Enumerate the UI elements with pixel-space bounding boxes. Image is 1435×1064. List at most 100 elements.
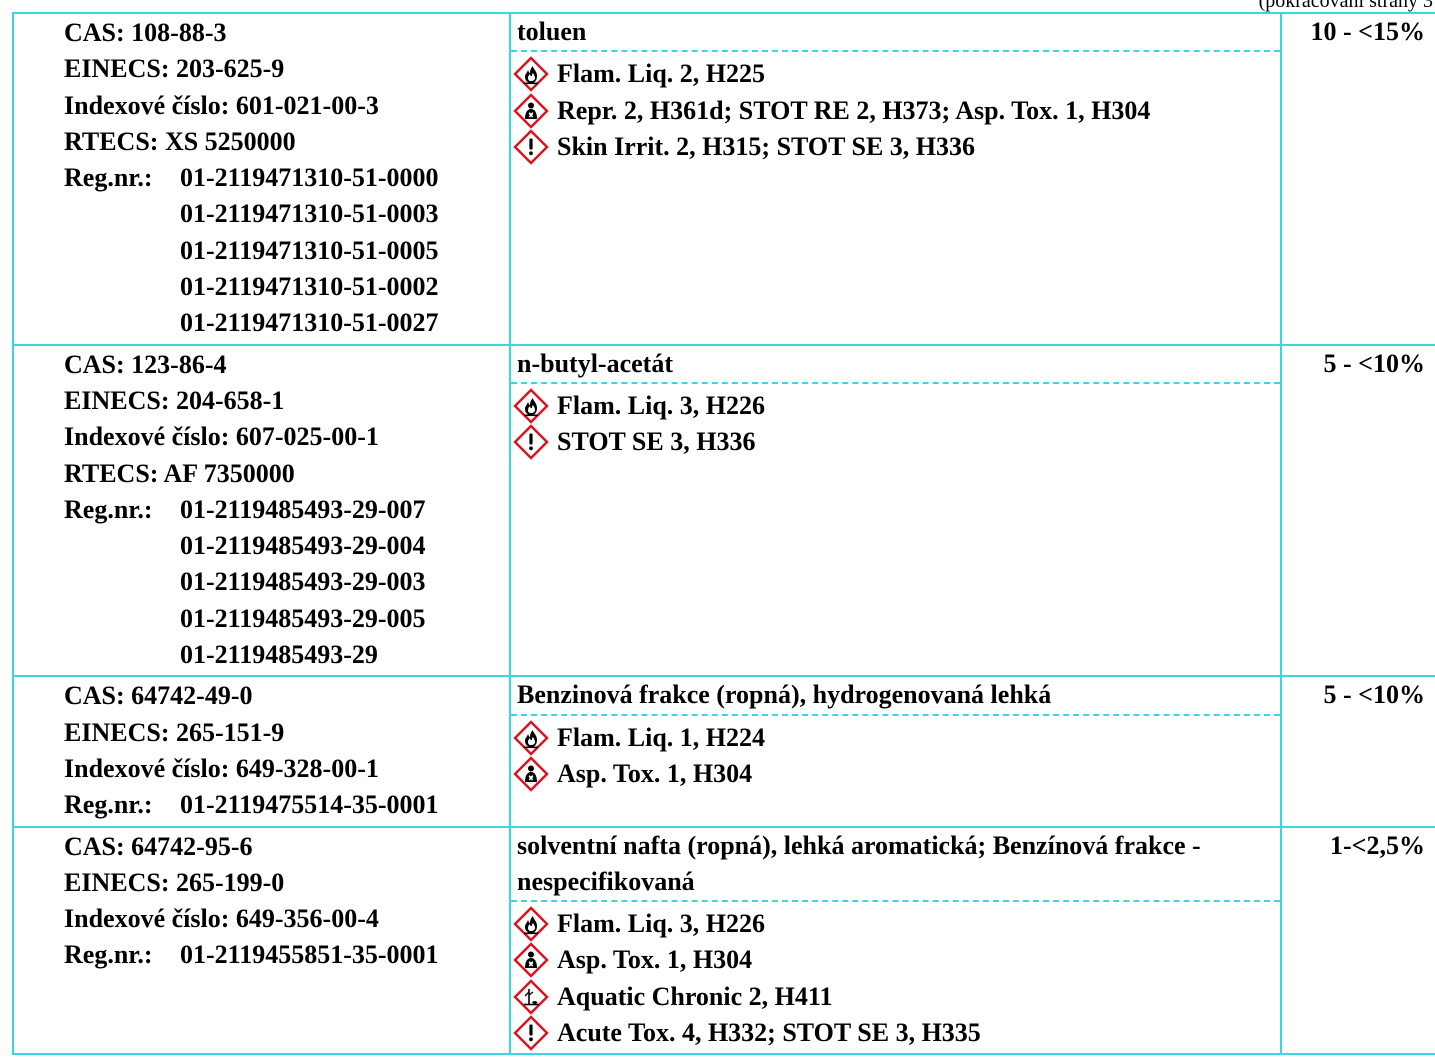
component-row: CAS: 64742-95-6 EINECS: 265-199-0 Indexové… bbox=[12, 825, 1435, 1056]
identifiers-cell: CAS: 64742-95-6 EINECS: 265-199-0 Indexové… bbox=[12, 825, 511, 1056]
hazard-item: Asp. Tox. 1, H304 bbox=[513, 942, 1280, 979]
reg-number: 01-2119475514-35-0001 bbox=[180, 790, 439, 820]
identifier-line: Indexové číslo: 601-021-00-3 bbox=[64, 90, 379, 120]
identifier-line: CAS: 108-88-3 bbox=[64, 18, 227, 47]
hazard-item: Skin Irrit. 2, H315; STOT SE 3, H336 bbox=[513, 129, 1280, 165]
component-row: CAS: 108-88-3 EINECS: 203-625-9 Indexové č… bbox=[12, 12, 1435, 346]
substance-cell: n-butyl-acetát Flam. Liq. 3, H226 STOT SE … bbox=[509, 343, 1282, 678]
flame-icon bbox=[513, 56, 549, 92]
hazard-item: Asp. Tox. 1, H304 bbox=[513, 756, 1280, 792]
identifier-line: EINECS: 265-151-9 bbox=[64, 717, 285, 747]
reg-number: 01-2119471310-51-0002 bbox=[180, 272, 439, 302]
substance-cell: toluen Flam. Liq. 2, H225 Repr. 2, H361d; … bbox=[509, 12, 1282, 346]
identifier-line: Indexové číslo: 649-356-00-4 bbox=[64, 904, 379, 934]
substance-name: Benzinová frakce (ropná), hydrogenovaná … bbox=[511, 677, 1280, 716]
identifiers-cell: CAS: 64742-49-0 EINECS: 265-151-9 Indexové… bbox=[12, 675, 511, 828]
continuation-note: (pokračování strany 3 bbox=[1258, 0, 1433, 12]
hazard-list: Flam. Liq. 3, H226 STOT SE 3, H336 bbox=[511, 384, 1280, 463]
substance-name: solventní nafta (ropná), lehká aromatick… bbox=[511, 828, 1280, 903]
reg-number-line: 01-2119485493-29-004 bbox=[64, 528, 509, 564]
reg-label: Reg.nr.: bbox=[64, 494, 153, 524]
exclamation-icon bbox=[513, 424, 549, 460]
hazard-item: STOT SE 3, H336 bbox=[513, 424, 1280, 460]
hazard-statement: Acute Tox. 4, H332; STOT SE 3, H335 bbox=[557, 1018, 981, 1048]
reg-number-line: Reg.nr.: 01-2119485493-29-007 bbox=[64, 492, 509, 528]
identifier-line: CAS: 123-86-4 bbox=[64, 349, 227, 379]
environment-icon bbox=[513, 979, 549, 1015]
hazard-statement: Skin Irrit. 2, H315; STOT SE 3, H336 bbox=[557, 131, 976, 161]
hazard-item: Flam. Liq. 2, H225 bbox=[513, 56, 1280, 92]
concentration: 5 - <10% bbox=[1280, 343, 1435, 678]
concentration: 10 - <15% bbox=[1280, 12, 1435, 346]
hazard-statement: Asp. Tox. 1, H304 bbox=[557, 945, 753, 975]
reg-number-line: Reg.nr.: 01-2119455851-35-0001 bbox=[64, 937, 509, 973]
identifier-line: RTECS: AF 7350000 bbox=[64, 458, 295, 488]
identifier-line: EINECS: 203-625-9 bbox=[64, 54, 285, 84]
reg-number-line: 01-2119471310-51-0027 bbox=[64, 305, 509, 341]
reg-number: 01-2119485493-29-003 bbox=[180, 567, 426, 597]
hazard-list: Flam. Liq. 2, H225 Repr. 2, H361d; STOT R… bbox=[511, 52, 1280, 167]
exclamation-icon bbox=[513, 129, 549, 165]
reg-number: 01-2119485493-29-004 bbox=[180, 531, 426, 561]
flame-icon bbox=[513, 906, 549, 942]
flame-icon bbox=[513, 388, 549, 424]
health-hazard-icon bbox=[513, 756, 549, 792]
health-hazard-icon bbox=[513, 92, 549, 129]
components-table: CAS: 108-88-3 EINECS: 203-625-9 Indexové č… bbox=[12, 12, 1435, 1056]
hazard-item: Aquatic Chronic 2, H411 bbox=[513, 979, 1280, 1015]
reg-number: 01-2119485493-29-007 bbox=[180, 494, 426, 524]
hazard-statement: Flam. Liq. 2, H225 bbox=[557, 59, 766, 89]
reg-number-line: 01-2119485493-29 bbox=[64, 637, 509, 673]
hazard-item: Flam. Liq. 3, H226 bbox=[513, 906, 1280, 942]
concentration: 1-<2,5% bbox=[1280, 825, 1435, 1056]
hazard-item: Repr. 2, H361d; STOT RE 2, H373; Asp. To… bbox=[513, 92, 1280, 129]
reg-number: 01-2119485493-29-005 bbox=[180, 603, 426, 633]
hazard-statement: Flam. Liq. 3, H226 bbox=[557, 909, 766, 939]
hazard-item: Flam. Liq. 3, H226 bbox=[513, 388, 1280, 424]
hazard-statement: Flam. Liq. 1, H224 bbox=[557, 722, 766, 752]
reg-number-line: 01-2119485493-29-003 bbox=[64, 564, 509, 600]
exclamation-icon bbox=[513, 1015, 549, 1051]
identifier-line: Indexové číslo: 607-025-00-1 bbox=[64, 422, 379, 452]
substance-cell: Benzinová frakce (ropná), hydrogenovaná … bbox=[509, 675, 1282, 828]
reg-label: Reg.nr.: bbox=[64, 163, 153, 193]
reg-number-line: Reg.nr.: 01-2119475514-35-0001 bbox=[64, 787, 509, 823]
reg-number: 01-2119471310-51-0003 bbox=[180, 199, 439, 229]
reg-number: 01-2119471310-51-0027 bbox=[180, 308, 439, 338]
identifier-line: RTECS: XS 5250000 bbox=[64, 126, 296, 156]
hazard-statement: STOT SE 3, H336 bbox=[557, 427, 756, 457]
substance-cell: solventní nafta (ropná), lehká aromatick… bbox=[509, 825, 1282, 1056]
health-hazard-icon bbox=[513, 942, 549, 979]
hazard-item: Flam. Liq. 1, H224 bbox=[513, 719, 1280, 756]
identifier-line: CAS: 64742-95-6 bbox=[64, 831, 253, 861]
flame-icon bbox=[513, 719, 549, 756]
reg-number-line: 01-2119485493-29-005 bbox=[64, 601, 509, 637]
identifiers-cell: CAS: 123-86-4 EINECS: 204-658-1 Indexové č… bbox=[12, 343, 511, 678]
hazard-list: Flam. Liq. 1, H224 Asp. Tox. 1, H304 bbox=[511, 716, 1280, 795]
hazard-statement: Aquatic Chronic 2, H411 bbox=[557, 981, 833, 1011]
substance-name: n-butyl-acetát bbox=[511, 346, 1280, 384]
component-row: CAS: 64742-49-0 EINECS: 265-151-9 Indexové… bbox=[12, 675, 1435, 828]
reg-number-line: 01-2119471310-51-0005 bbox=[64, 233, 509, 269]
reg-number: 01-2119485493-29 bbox=[180, 640, 378, 670]
reg-number: 01-2119471310-51-0000 bbox=[180, 163, 439, 193]
component-row: CAS: 123-86-4 EINECS: 204-658-1 Indexové č… bbox=[12, 343, 1435, 678]
hazard-statement: Asp. Tox. 1, H304 bbox=[557, 758, 753, 788]
hazard-list: Flam. Liq. 3, H226 Asp. Tox. 1, H304 Aquat… bbox=[511, 902, 1280, 1053]
identifier-line: EINECS: 265-199-0 bbox=[64, 867, 285, 897]
hazard-statement: Repr. 2, H361d; STOT RE 2, H373; Asp. To… bbox=[557, 95, 1151, 125]
hazard-statement: Flam. Liq. 3, H226 bbox=[557, 390, 766, 420]
reg-label: Reg.nr.: bbox=[64, 940, 153, 970]
reg-number: 01-2119455851-35-0001 bbox=[180, 940, 439, 970]
concentration: 5 - <10% bbox=[1280, 675, 1435, 828]
identifier-line: EINECS: 204-658-1 bbox=[64, 385, 285, 415]
reg-number-line: 01-2119471310-51-0003 bbox=[64, 196, 509, 232]
reg-label: Reg.nr.: bbox=[64, 790, 153, 820]
identifier-line: CAS: 64742-49-0 bbox=[64, 681, 253, 711]
reg-number: 01-2119471310-51-0005 bbox=[180, 235, 439, 265]
hazard-item: Acute Tox. 4, H332; STOT SE 3, H335 bbox=[513, 1015, 1280, 1051]
reg-number-line: 01-2119471310-51-0002 bbox=[64, 269, 509, 305]
identifier-line: Indexové číslo: 649-328-00-1 bbox=[64, 753, 379, 783]
identifiers-cell: CAS: 108-88-3 EINECS: 203-625-9 Indexové č… bbox=[12, 12, 511, 346]
substance-name: toluen bbox=[511, 14, 1280, 53]
